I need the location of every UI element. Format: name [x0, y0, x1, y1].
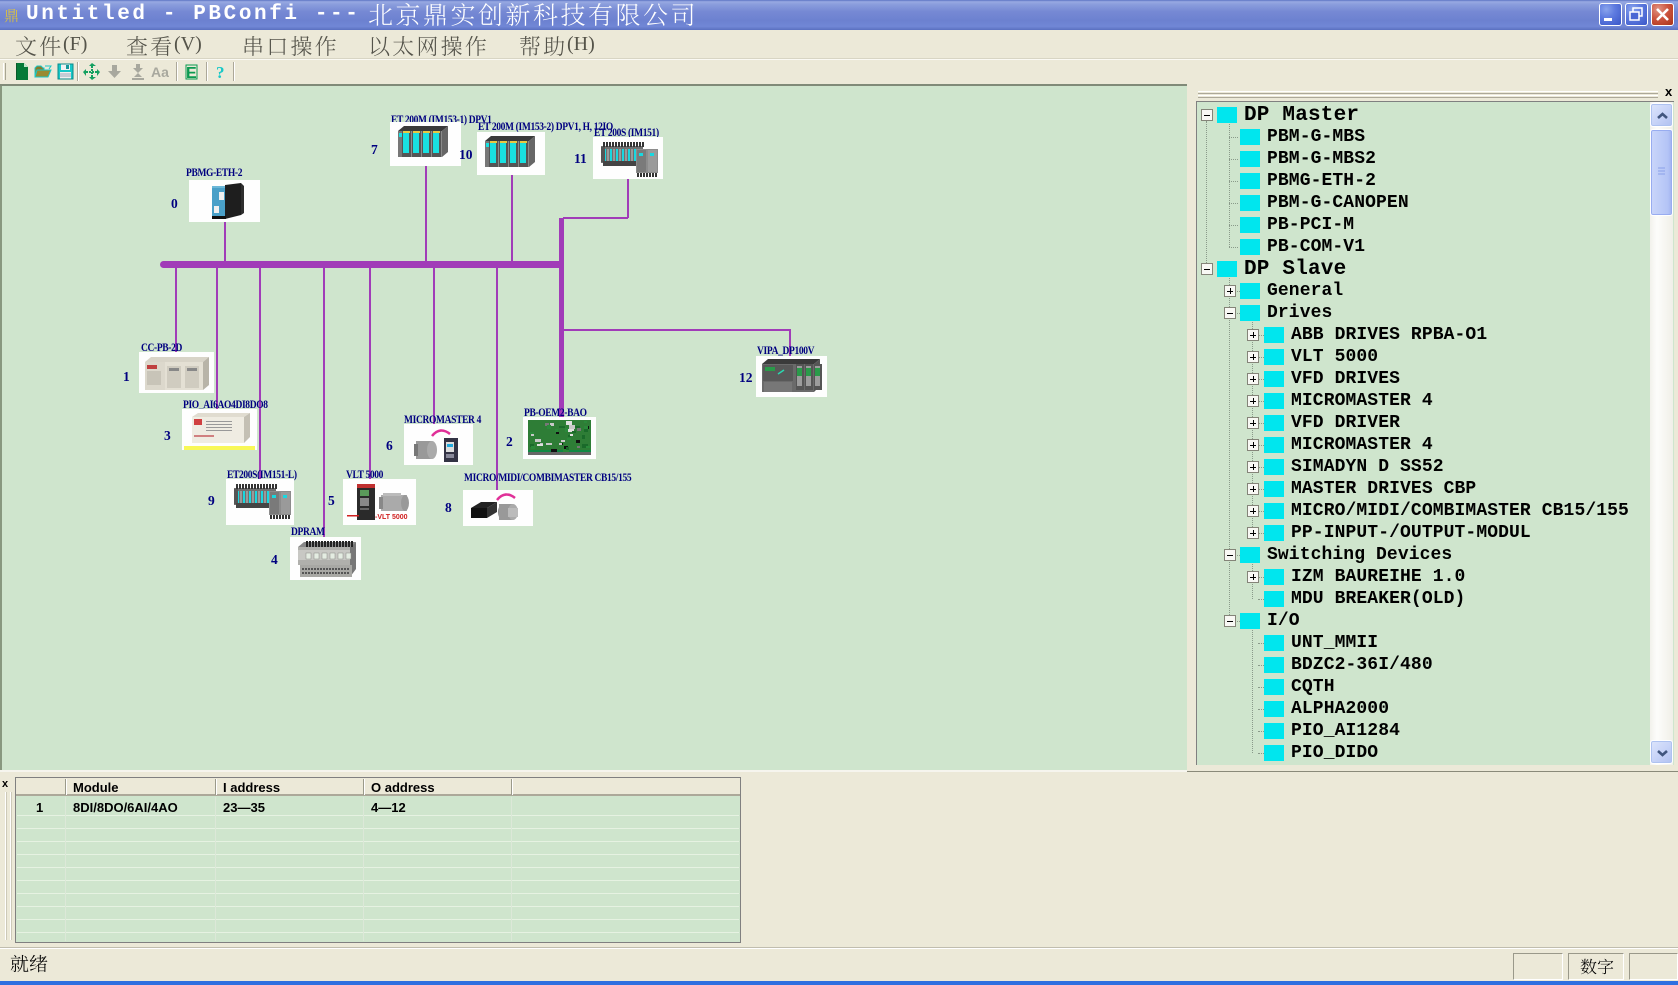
svg-text:-VLT 5000: -VLT 5000: [375, 514, 408, 521]
